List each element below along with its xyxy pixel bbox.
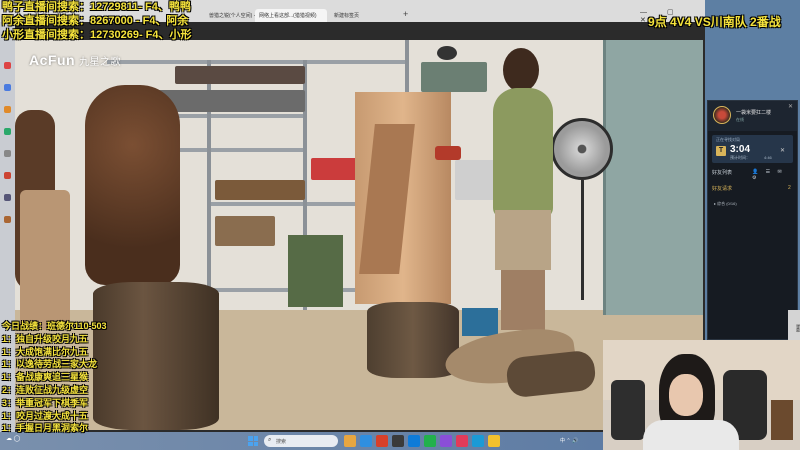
- record-line: 1：手握日月黑洞索尔: [2, 423, 89, 434]
- webcam-feed: [603, 340, 800, 450]
- record-line: 1：以逸待劳战三家大龙: [2, 359, 98, 370]
- record-line: 1：独自升级咬月九五: [2, 333, 89, 344]
- profile-header: 一袋米要扛二楼 在线 ✕: [708, 101, 797, 131]
- gaming-chair: [611, 380, 645, 440]
- streamer-body: [643, 420, 739, 450]
- standing-fan: [551, 118, 613, 180]
- cancel-queue-icon[interactable]: ✕: [780, 147, 785, 154]
- sidebar-app-icon[interactable]: [4, 172, 11, 179]
- queue-status: 正在寻找对局 T 3:04 预计时间： 4:46 ✕: [712, 135, 793, 163]
- profile-status: 在线: [736, 117, 744, 122]
- overlay-line: 鸭子直播间搜索：12729811- F4、鸭鸭: [2, 1, 191, 13]
- shelf: [207, 288, 367, 292]
- avatar[interactable]: [713, 106, 731, 124]
- record-overlay: 今日战绩：班德尔110-503 1：独自升级咬月九五 1：大成饱满比尔九五 1：…: [0, 320, 200, 435]
- queue-timer: 3:04: [730, 144, 751, 155]
- app-icon[interactable]: [408, 435, 420, 447]
- record-line: 1：大成饱满比尔九五: [2, 346, 89, 357]
- record-line: 2：连败征战九级虚空: [2, 384, 89, 395]
- plant: [771, 400, 793, 440]
- edge-icon[interactable]: [360, 435, 372, 447]
- friend-requests-count: 2: [788, 185, 791, 191]
- shelf-items: [175, 66, 305, 84]
- app-icon[interactable]: [376, 435, 388, 447]
- queue-mode-icon: T: [716, 146, 726, 156]
- statue: [20, 190, 70, 330]
- search-info-overlay: 鸭子直播间搜索：12729811- F4、鸭鸭 阿余直播间搜索：8267000 …: [0, 0, 210, 42]
- shelf: [207, 202, 367, 206]
- game-client-panel: 一袋米要扛二楼 在线 ✕ 正在寻找对局 T 3:04 预计时间： 4:46 ✕ …: [707, 100, 798, 340]
- statue: [85, 85, 180, 285]
- app-icon[interactable]: [392, 435, 404, 447]
- record-line: 3：举重冠军下棋季军: [2, 397, 89, 408]
- match-title: 9点 4V4 VS川南队 2番战: [648, 15, 781, 29]
- profile-name: 一袋米要扛二楼: [736, 110, 772, 116]
- taskbar-search[interactable]: ⌕ 搜索: [264, 435, 338, 447]
- person-legs: [501, 270, 545, 330]
- search-placeholder: 搜索: [276, 439, 287, 445]
- friend-group-item[interactable]: ▸ 综合 (0/16): [714, 201, 737, 207]
- stool: [462, 308, 498, 336]
- queue-estimate-label: 预计时间：: [730, 155, 750, 160]
- app-icon[interactable]: [456, 435, 468, 447]
- streamer-face: [669, 374, 703, 416]
- app-icon[interactable]: [488, 435, 500, 447]
- shelf: [107, 60, 407, 64]
- file-explorer-icon[interactable]: [344, 435, 356, 447]
- sidebar-app-icon[interactable]: [4, 216, 11, 223]
- queue-label: 正在寻找对局: [716, 137, 740, 142]
- stream-screen: 兽猎之锐(个人空间) - AcFun弹幕视频网 网络上看这部...(猎猎视频) …: [0, 0, 800, 450]
- friends-toolbar-icons[interactable]: 👤 ☰ ✉ ⚙: [752, 169, 793, 181]
- acfun-logo-sub: 九星之歌: [79, 57, 122, 68]
- windows-start-icon[interactable]: [248, 436, 258, 446]
- video-door: [603, 40, 703, 315]
- app-icon[interactable]: [440, 435, 452, 447]
- shelf-items: [215, 180, 305, 200]
- sidebar-app-icon[interactable]: [4, 62, 11, 69]
- person-head: [503, 48, 539, 92]
- browser-tab-new[interactable]: 新建标签页: [330, 9, 398, 22]
- wall-mask: [437, 46, 457, 60]
- record-title: 今日战绩：班德尔110-503: [2, 321, 107, 331]
- sidebar-app-icon[interactable]: [4, 106, 11, 113]
- bucket: [288, 235, 343, 307]
- shelf-items: [421, 62, 487, 92]
- overlay-line: 小形直播间搜索：12730269- F4、小形: [2, 29, 192, 41]
- friends-list-label: 好友列表: [712, 170, 733, 176]
- chainsaw: [435, 146, 461, 160]
- friends-toolbar: 好友列表 👤 ☰ ✉ ⚙: [712, 169, 793, 181]
- acfun-logo-text: AcFun: [29, 52, 76, 68]
- overlay-line: 阿余直播间搜索：8267000 - F4、阿余: [2, 15, 189, 27]
- app-icon[interactable]: [472, 435, 484, 447]
- taskbar-left-tray[interactable]: ☁ ◯: [6, 435, 20, 442]
- queue-estimate-value: 4:46: [764, 155, 772, 160]
- sidebar-app-icon[interactable]: [4, 150, 11, 157]
- person-body: [493, 88, 553, 218]
- sidebar-app-icon[interactable]: [4, 84, 11, 91]
- shelf-items: [215, 216, 275, 246]
- record-line: 1：备战康爽追三星猴: [2, 372, 89, 383]
- record-line: 1：咬月过渡大成十五: [2, 410, 89, 421]
- search-icon: ⌕: [268, 437, 272, 443]
- browser-tab-video[interactable]: 网络上看这部...(猎猎视频): [255, 9, 327, 22]
- fan-pole: [581, 180, 584, 300]
- sidebar-app-icon[interactable]: [4, 128, 11, 135]
- friend-requests-label[interactable]: 好友请求: [712, 185, 732, 192]
- app-icon[interactable]: [424, 435, 436, 447]
- shelf-items: [311, 158, 361, 180]
- new-tab-button[interactable]: +: [403, 9, 408, 19]
- system-tray[interactable]: 中 ⌃ 🔊: [560, 437, 578, 444]
- sidebar-app-icon[interactable]: [4, 194, 11, 201]
- person-legs: [495, 210, 551, 270]
- close-icon[interactable]: ✕: [788, 103, 793, 110]
- acfun-logo: AcFun 九星之歌: [29, 52, 121, 68]
